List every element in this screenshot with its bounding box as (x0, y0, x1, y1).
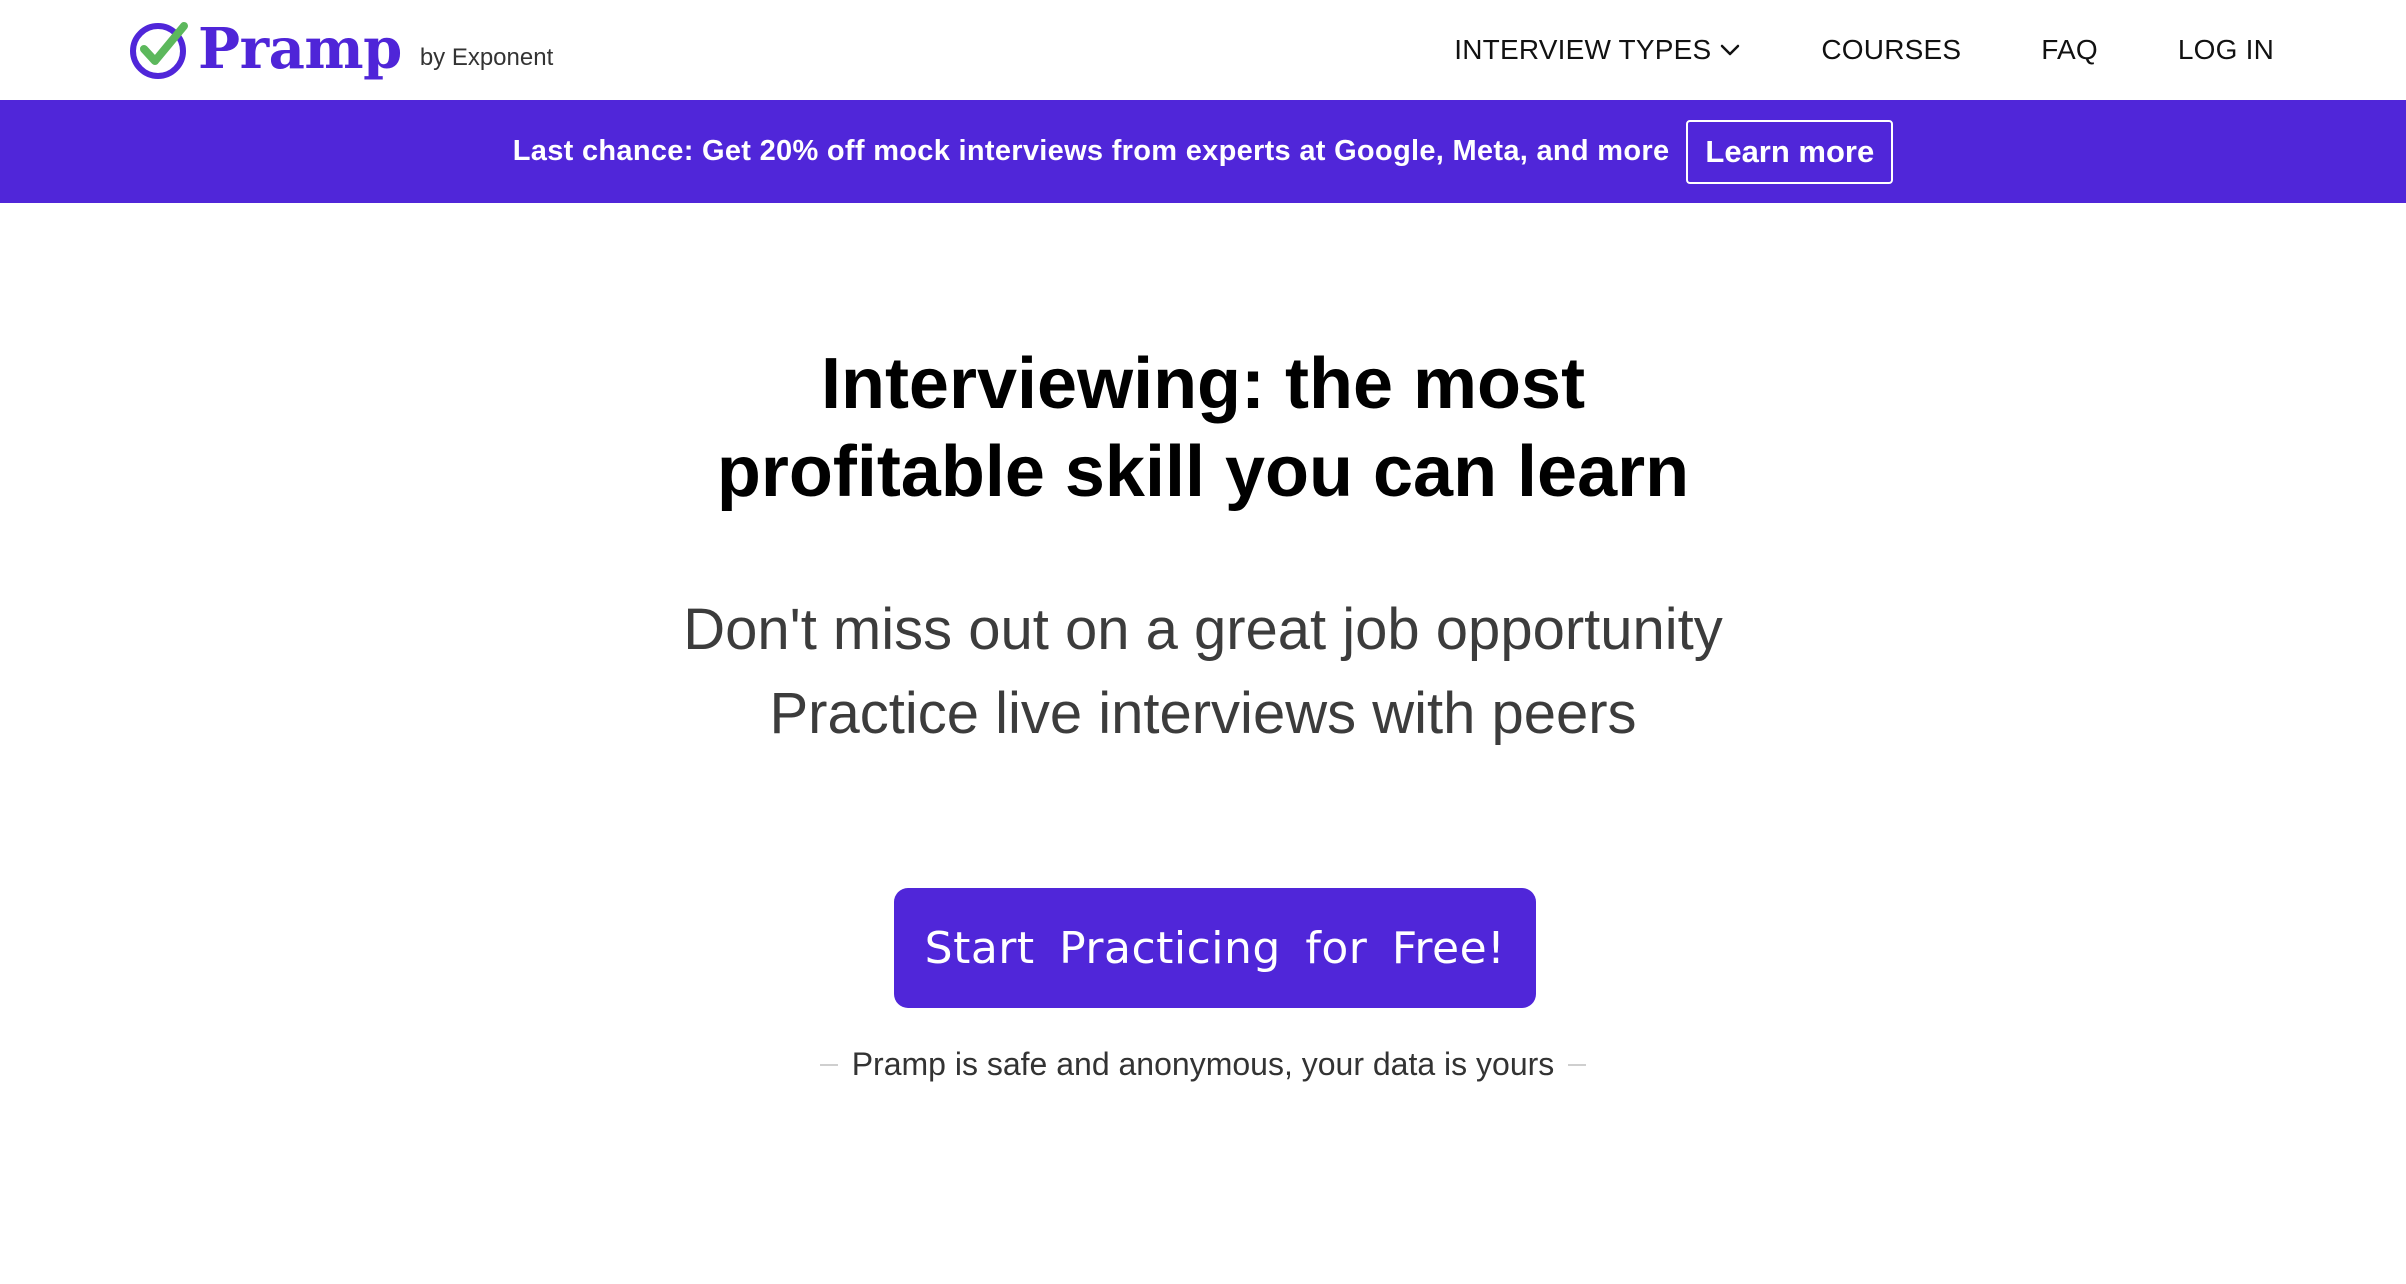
hero-subtitle-line-2: Practice live interviews with peers (769, 681, 1637, 746)
divider-dash-left (819, 1063, 838, 1066)
nav-faq[interactable]: FAQ (2041, 34, 2098, 66)
main-nav: INTERVIEW TYPES COURSES FAQ LOG IN (1454, 0, 2274, 100)
pramp-logo[interactable]: Pramp by Exponent (130, 18, 553, 80)
hero-subtitle: Don't miss out on a great job opportunit… (0, 588, 2406, 756)
start-practicing-button[interactable]: Start Practicing for Free! (894, 888, 1536, 1008)
nav-log-in[interactable]: LOG IN (2178, 34, 2274, 66)
hero-title-line-1: Interviewing: the most (820, 344, 1586, 424)
nav-interview-types-label: INTERVIEW TYPES (1454, 34, 1712, 65)
promo-banner-text: Last chance: Get 20% off mock interviews… (512, 135, 1670, 167)
privacy-note: Pramp is safe and anonymous, your data i… (0, 1046, 2406, 1083)
hero-title: Interviewing: the most profitable skill … (0, 340, 2406, 516)
brand-byline: by Exponent (419, 44, 554, 71)
hero-subtitle-line-1: Don't miss out on a great job opportunit… (683, 597, 1723, 662)
hero-title-line-2: profitable skill you can learn (716, 432, 1690, 512)
site-header: Pramp by Exponent INTERVIEW TYPES COURSE… (0, 0, 2406, 100)
nav-courses[interactable]: COURSES (1821, 34, 1961, 66)
nav-interview-types[interactable]: INTERVIEW TYPES (1454, 34, 1741, 66)
learn-more-button[interactable]: Learn more (1686, 119, 1894, 184)
privacy-note-text: Pramp is safe and anonymous, your data i… (851, 1046, 1555, 1082)
promo-banner: Last chance: Get 20% off mock interviews… (0, 100, 2406, 203)
brand-name: Pramp (198, 16, 402, 82)
divider-dash-right (1568, 1063, 1587, 1066)
chevron-down-icon (1721, 44, 1740, 56)
check-circle-icon (130, 22, 188, 79)
